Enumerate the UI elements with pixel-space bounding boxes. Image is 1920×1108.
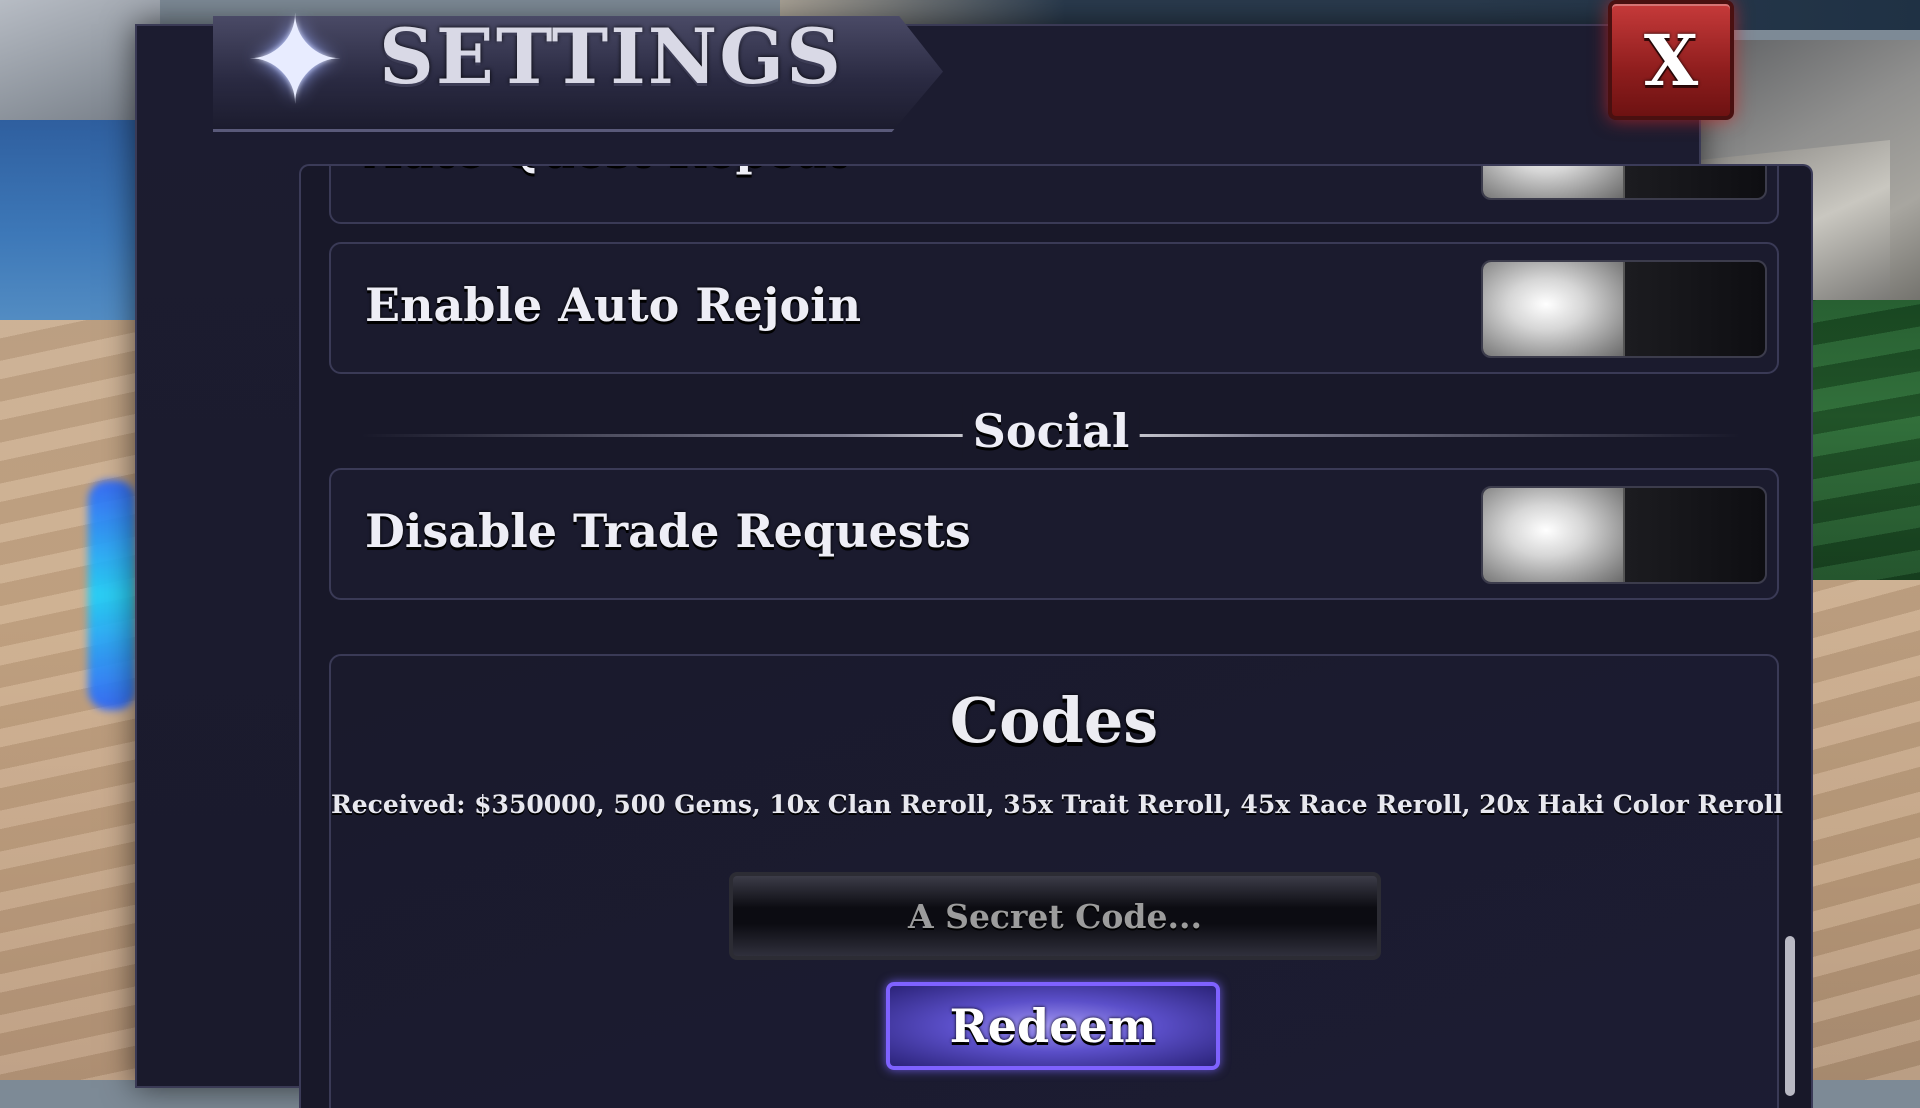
settings-scroll-area[interactable]: Auto Quest Repeat Enable Auto Rejoin Soc… [299,164,1813,1108]
glowing-crystal [88,480,136,710]
four-point-star-icon: ✦ [244,0,346,131]
setting-row-auto-quest-repeat: Auto Quest Repeat [329,166,1779,224]
toggle-knob [1483,488,1625,582]
setting-label: Enable Auto Rejoin [365,278,862,332]
water-terrain [0,120,150,350]
close-button[interactable]: X [1608,0,1734,120]
codes-panel: Codes Received: $350000, 500 Gems, 10x C… [329,654,1784,1108]
auto-quest-repeat-toggle[interactable] [1481,166,1767,200]
social-section-divider: Social [361,404,1741,458]
setting-row-disable-trade-requests: Disable Trade Requests [329,468,1779,600]
codes-title: Codes [949,684,1159,757]
setting-label: Disable Trade Requests [365,504,971,558]
auto-rejoin-toggle[interactable] [1481,260,1767,358]
social-section-label: Social [962,404,1140,458]
close-icon: X [1643,18,1699,102]
codes-received-text: Received: $350000, 500 Gems, 10x Clan Re… [331,790,1784,819]
settings-title: SETTINGS [379,12,844,101]
toggle-knob [1483,262,1625,356]
redeem-button[interactable]: Redeem [886,982,1220,1070]
secret-code-input[interactable] [729,872,1381,960]
setting-label: Auto Quest Repeat [365,166,848,176]
disable-trade-requests-toggle[interactable] [1481,486,1767,584]
toggle-knob [1483,166,1625,198]
setting-row-auto-rejoin: Enable Auto Rejoin [329,242,1779,374]
redeem-label: Redeem [949,999,1157,1053]
scrollbar-thumb[interactable] [1785,936,1795,1096]
settings-window: ✦ SETTINGS Auto Quest Repeat Enable Auto… [135,2,1813,1108]
